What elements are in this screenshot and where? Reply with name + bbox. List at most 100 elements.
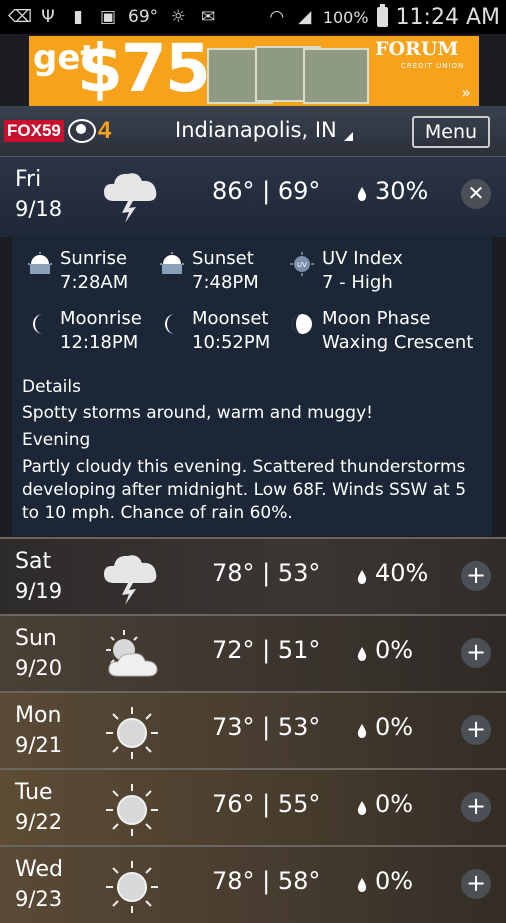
thunderstorm-icon	[104, 173, 157, 223]
menu-button[interactable]: Menu	[412, 116, 490, 148]
rain-chance: 0%	[375, 867, 414, 895]
status-bar: ⌫ Ψ ▮ ▣ 69° ☼ ✉ ◠ ◢ 100% 11:24 AM	[0, 0, 506, 34]
thunderstorm-icon	[104, 555, 157, 605]
day-name: Tue	[15, 780, 53, 805]
clock: 11:24 AM	[395, 4, 500, 30]
moonrise-icon	[33, 314, 43, 334]
ad-amount: $75	[77, 36, 211, 106]
astro-label: Moonset	[192, 308, 269, 329]
rain-chance: 40%	[375, 559, 429, 587]
expand-button[interactable]: +	[461, 869, 491, 899]
partly-cloudy-icon	[106, 630, 158, 677]
battery-icon	[376, 4, 388, 27]
day-name: Fri	[15, 167, 42, 192]
sunset-icon	[160, 252, 184, 274]
row-divider	[0, 768, 506, 770]
sunny-icon	[106, 861, 158, 913]
wifi-icon: ◠	[269, 7, 285, 27]
astro-sunrise: Sunrise 7:28AM	[28, 248, 128, 293]
expand-button[interactable]: +	[461, 561, 491, 591]
day-details-panel: Sunrise 7:28AM Sunset 7:48PM UV UV Index 7 …	[12, 236, 492, 536]
day-date: 9/21	[15, 733, 63, 757]
evening-title: Evening	[22, 430, 91, 450]
cbs-eye-icon	[67, 119, 96, 143]
ad-banner[interactable]: get $75 FORUM CREDIT UNION »	[29, 36, 479, 106]
details-title: Details	[22, 377, 81, 397]
astro-value: 10:52PM	[192, 332, 271, 353]
weather-icon: ☼	[170, 7, 186, 27]
astro-value: 12:18PM	[60, 332, 139, 353]
day-row-sat[interactable]: Sat 9/19 78° | 53° 40% +	[0, 539, 506, 615]
astro-value: 7 - High	[322, 272, 393, 293]
day-temps: 86° | 69°	[212, 177, 321, 205]
day-name: Sun	[15, 626, 57, 651]
expand-button[interactable]: +	[461, 638, 491, 668]
day-name: Sat	[15, 549, 52, 574]
raindrop-icon	[357, 878, 367, 892]
sunny-icon	[106, 784, 158, 836]
raindrop-icon	[357, 801, 367, 815]
logo-four: 4	[97, 117, 112, 144]
astro-label: Moon Phase	[322, 308, 431, 329]
ad-arrow-icon: »	[461, 83, 471, 102]
rain-chance: 0%	[375, 790, 414, 818]
day-row-tue[interactable]: Tue 9/22 76° | 55° 0% +	[0, 770, 506, 846]
day-name: Wed	[15, 857, 63, 882]
battery-percent: 100%	[322, 7, 369, 27]
raindrop-icon	[357, 187, 367, 201]
day-temps: 76° | 55°	[212, 790, 321, 818]
collapse-button[interactable]: ✕	[461, 179, 491, 209]
day-date: 9/23	[15, 887, 63, 911]
signal-icon: ◢	[298, 7, 312, 27]
day-temps: 73° | 53°	[212, 713, 321, 741]
row-divider	[0, 691, 506, 693]
astro-sunset: Sunset 7:48PM	[160, 248, 259, 293]
details-text: Spotty storms around, warm and muggy!	[22, 403, 373, 423]
expand-button[interactable]: +	[461, 792, 491, 822]
location-selector[interactable]: Indianapolis, IN	[175, 118, 337, 142]
astro-label: Moonrise	[60, 308, 142, 329]
rain-chance: 30%	[375, 177, 429, 205]
day-row-today[interactable]: Fri 9/18 86° | 69° 30% ✕	[0, 157, 506, 237]
dropdown-caret-icon[interactable]	[344, 132, 353, 141]
day-name: Mon	[15, 703, 62, 728]
rain-chance: 0%	[375, 636, 414, 664]
day-date: 9/22	[15, 810, 63, 834]
battery-notification-icon: ▮	[73, 7, 83, 27]
usb-icon: Ψ	[41, 7, 55, 27]
day-date: 9/18	[15, 197, 63, 221]
day-temps: 72° | 51°	[212, 636, 321, 664]
row-divider	[0, 845, 506, 847]
app-header: FOX59 4 Indianapolis, IN Menu	[0, 106, 506, 157]
evening-text: Partly cloudy this evening. Scattered th…	[22, 457, 467, 523]
raindrop-icon	[357, 724, 367, 738]
astro-value: 7:48PM	[192, 272, 259, 293]
astro-uv-index: UV UV Index 7 - High	[290, 248, 403, 293]
sunny-icon	[106, 707, 158, 759]
astro-label: UV Index	[322, 248, 403, 269]
astro-value: 7:28AM	[60, 272, 129, 293]
ad-subtitle: CREDIT UNION	[401, 62, 465, 70]
ad-brand: FORUM	[375, 38, 459, 60]
astro-moon-phase: Moon Phase Waxing Crescent	[290, 308, 473, 353]
day-row-sun[interactable]: Sun 9/20 72° | 51° 0% +	[0, 616, 506, 692]
day-row-wed[interactable]: Wed 9/23 78° | 58° 0% +	[0, 847, 506, 923]
money-image	[207, 44, 369, 104]
day-row-mon[interactable]: Mon 9/21 73° | 53° 0% +	[0, 693, 506, 769]
day-date: 9/19	[15, 579, 63, 603]
day-temps: 78° | 58°	[212, 867, 321, 895]
back-icon: ⌫	[8, 7, 33, 27]
day-date: 9/20	[15, 656, 63, 680]
astro-moonset: Moonset 10:52PM	[160, 308, 270, 353]
rain-chance: 0%	[375, 713, 414, 741]
uv-index-icon: UV	[290, 252, 314, 276]
expand-button[interactable]: +	[461, 715, 491, 745]
day-temps: 78° | 53°	[212, 559, 321, 587]
moon-phase-icon	[292, 314, 312, 334]
moonset-icon	[165, 314, 175, 334]
astro-value: Waxing Crescent	[322, 332, 474, 353]
status-temp: 69°	[128, 7, 159, 27]
station-logo: FOX59 4	[4, 117, 112, 144]
mail-icon: ✉	[201, 7, 216, 27]
image-icon: ▣	[99, 7, 117, 27]
